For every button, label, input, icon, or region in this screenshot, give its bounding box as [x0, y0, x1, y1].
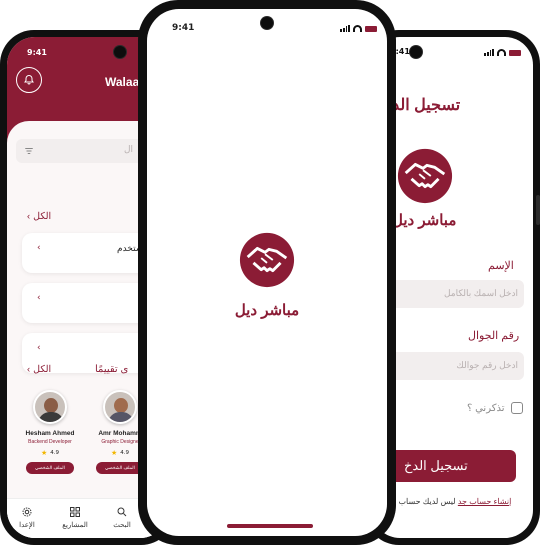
battery-icon	[509, 49, 521, 56]
gear-icon	[7, 505, 47, 519]
login-button[interactable]: تسجيل الدخ	[384, 450, 516, 482]
battery-icon	[365, 25, 377, 32]
phone-placeholder: ادخل رقم جوالك	[456, 360, 518, 370]
name-field[interactable]: ادخل اسمك بالكامل	[384, 280, 524, 308]
view-all-link[interactable]: ‹ الكل	[27, 211, 51, 222]
handshake-logo-icon	[239, 232, 295, 288]
search-placeholder: ال	[124, 145, 134, 155]
avatar	[33, 390, 67, 424]
chevron-left-icon: ‹	[37, 293, 41, 303]
brand-name: مباشر ديل	[234, 302, 300, 319]
wifi-icon	[497, 49, 506, 56]
chevron-left-icon: ‹	[27, 364, 31, 375]
no-account-text: ليس لديك حساب ؟	[392, 497, 456, 506]
phone-label: رقم الجوال	[468, 330, 520, 342]
view-all-label: الكل	[33, 364, 52, 375]
remember-label: تذكرني ؟	[467, 402, 505, 414]
status-time: 9:41	[27, 48, 47, 57]
nav-search[interactable]: البحث	[102, 505, 142, 529]
remember-me[interactable]: تذكرني ؟	[467, 402, 523, 414]
rating-value: 4.9	[120, 450, 130, 456]
signal-icon	[484, 49, 494, 56]
profile-button[interactable]: الملف الشخصي	[26, 462, 74, 474]
status-icons	[340, 25, 377, 32]
star-icon: ★	[40, 449, 48, 457]
status-icons	[484, 49, 521, 56]
remember-checkbox[interactable]	[510, 402, 523, 414]
splash-screen: 9:41 مباشر ديل	[147, 9, 387, 536]
front-camera	[114, 46, 126, 58]
handshake-logo-icon	[397, 148, 453, 204]
rating-value: 4.9	[50, 450, 60, 456]
center-phone-mockup: 9:41 مباشر ديل	[138, 0, 396, 545]
rating: ★ 4.9	[15, 449, 85, 457]
nav-projects[interactable]: المشاريع	[55, 505, 95, 529]
name-label: الإسم	[488, 260, 514, 272]
chevron-left-icon: ‹	[37, 243, 41, 253]
side-button	[536, 195, 540, 225]
chevron-left-icon: ‹	[37, 343, 41, 353]
user-greeting: Walaa	[105, 75, 140, 89]
filter-icon[interactable]	[24, 146, 34, 156]
nav-label: البحث	[113, 522, 131, 529]
profile-button[interactable]: الملف الشخصي	[96, 462, 144, 474]
chevron-left-icon: ‹	[27, 211, 31, 222]
view-all-label: الكل	[33, 211, 52, 222]
signal-icon	[340, 25, 350, 32]
wifi-icon	[353, 25, 362, 32]
signup-prompt: إنشاء حساب جد ليس لديك حساب ؟	[392, 497, 511, 506]
avatar	[103, 390, 137, 424]
nav-label: المشاريع	[62, 522, 88, 529]
view-all-link[interactable]: ‹ الكل	[27, 364, 51, 375]
star-icon: ★	[110, 449, 118, 457]
grid-icon	[55, 505, 95, 519]
phone-field[interactable]: ادخل رقم جوالك	[384, 352, 524, 380]
status-time: 9:41	[172, 23, 195, 33]
page-title: تسجيل الد	[392, 97, 461, 114]
person-role: Backend Developer	[28, 439, 72, 445]
notification-bell-icon[interactable]	[16, 67, 42, 93]
nav-settings[interactable]: الإعدا	[7, 505, 47, 529]
front-camera	[410, 46, 422, 58]
login-screen: 9:41 تسجيل الد مباشر ديل الإسم ادخل اسمك…	[372, 37, 533, 538]
nav-label: الإعدا	[19, 522, 35, 529]
front-camera	[261, 17, 273, 29]
search-icon	[102, 505, 142, 519]
create-account-link[interactable]: إنشاء حساب جد	[458, 497, 511, 506]
person-name: Hesham Ahmed	[25, 430, 75, 437]
brand-name: مباشر ديل	[392, 212, 457, 229]
name-placeholder: ادخل اسمك بالكامل	[443, 288, 518, 298]
home-indicator	[227, 524, 313, 528]
freelancer-card[interactable]: Hesham Ahmed Backend Developer ★ 4.9 المل…	[15, 390, 85, 474]
top-rated-title: ى تقييمًا	[95, 364, 129, 375]
